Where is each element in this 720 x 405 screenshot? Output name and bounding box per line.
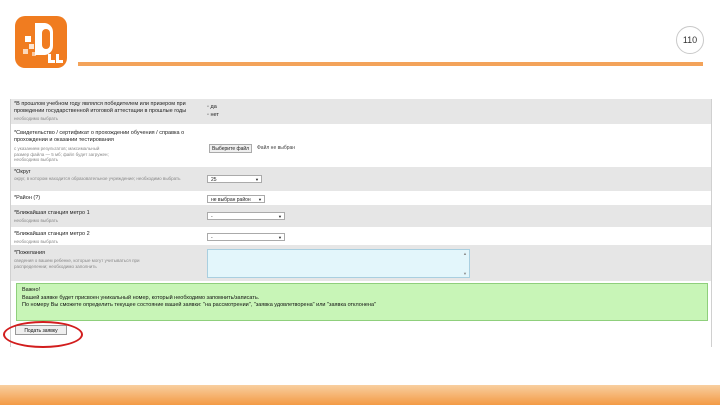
dl-logo-icon	[15, 16, 67, 68]
field-label: *В прошлом учебном году являлся победите…	[14, 101, 187, 114]
form-row-certificate: *Свидетельство / сертификат о прохождени…	[11, 124, 711, 167]
chevron-down-icon: ▼	[278, 235, 282, 240]
field-label: *Округ	[14, 169, 31, 175]
wishes-textarea[interactable]: ▲ ▼	[207, 249, 470, 278]
form-row-district: *Округ округ, в котором находится образо…	[11, 167, 711, 191]
field-label: *Район (?)	[14, 195, 41, 201]
field-label: *Пожелания	[14, 250, 46, 256]
field-label: *Ближайшая станция метро 1	[14, 210, 90, 216]
file-status: Файл не выбран	[257, 145, 296, 151]
field-hint: с указанием результатов; максимальный ра…	[14, 146, 109, 162]
field-hint: необходимо выбрать	[14, 218, 59, 223]
field-label: *Свидетельство / сертификат о прохождени…	[14, 130, 185, 143]
radio-option-yes[interactable]: ◦ да	[207, 104, 217, 111]
area-select[interactable]: не выбран район ▼	[207, 195, 265, 203]
form-row-metro1: *Ближайшая станция метро 1 необходимо вы…	[11, 205, 711, 227]
metro1-select[interactable]: - ▼	[207, 212, 285, 220]
page-number: 110	[676, 26, 704, 54]
field-hint: необходимо выбрать	[14, 116, 59, 121]
chevron-down-icon: ▼	[258, 197, 262, 202]
help-icon[interactable]: (?)	[33, 195, 40, 201]
metro2-select[interactable]: - ▼	[207, 233, 285, 241]
highlight-circle	[3, 321, 83, 348]
field-hint: округ, в котором находится образовательн…	[14, 176, 181, 181]
notice-line: По номеру Вы сможете определить текущее …	[22, 302, 376, 308]
field-hint: сведения о вашем ребенке, которые могут …	[14, 258, 140, 269]
field-hint: необходимо выбрать	[14, 239, 59, 244]
header-divider	[78, 62, 703, 66]
scroll-down-icon[interactable]: ▼	[463, 271, 467, 276]
district-select[interactable]: 25 ▼	[207, 175, 262, 183]
important-notice: Важно! Вашей заявке будет присвоен уника…	[16, 283, 708, 321]
field-label: *Ближайшая станция метро 2	[14, 231, 90, 237]
form-row-area: *Район (?) не выбран район ▼	[11, 191, 711, 205]
choose-file-button[interactable]: Выберите файл	[209, 144, 253, 153]
chevron-down-icon: ▼	[278, 214, 282, 219]
footer-bar	[0, 385, 720, 405]
notice-line: Вашей заявке будет присвоен уникальный н…	[22, 294, 260, 301]
form-row-winner: *В прошлом учебном году являлся победите…	[11, 99, 711, 124]
scroll-up-icon[interactable]: ▲	[463, 251, 467, 256]
form-row-metro2: *Ближайшая станция метро 2 необходимо вы…	[11, 227, 711, 245]
notice-title: Важно!	[22, 287, 41, 293]
chevron-down-icon: ▼	[255, 177, 259, 182]
application-form: *В прошлом учебном году являлся победите…	[10, 99, 712, 347]
radio-option-no[interactable]: ◦ нет	[207, 112, 219, 119]
